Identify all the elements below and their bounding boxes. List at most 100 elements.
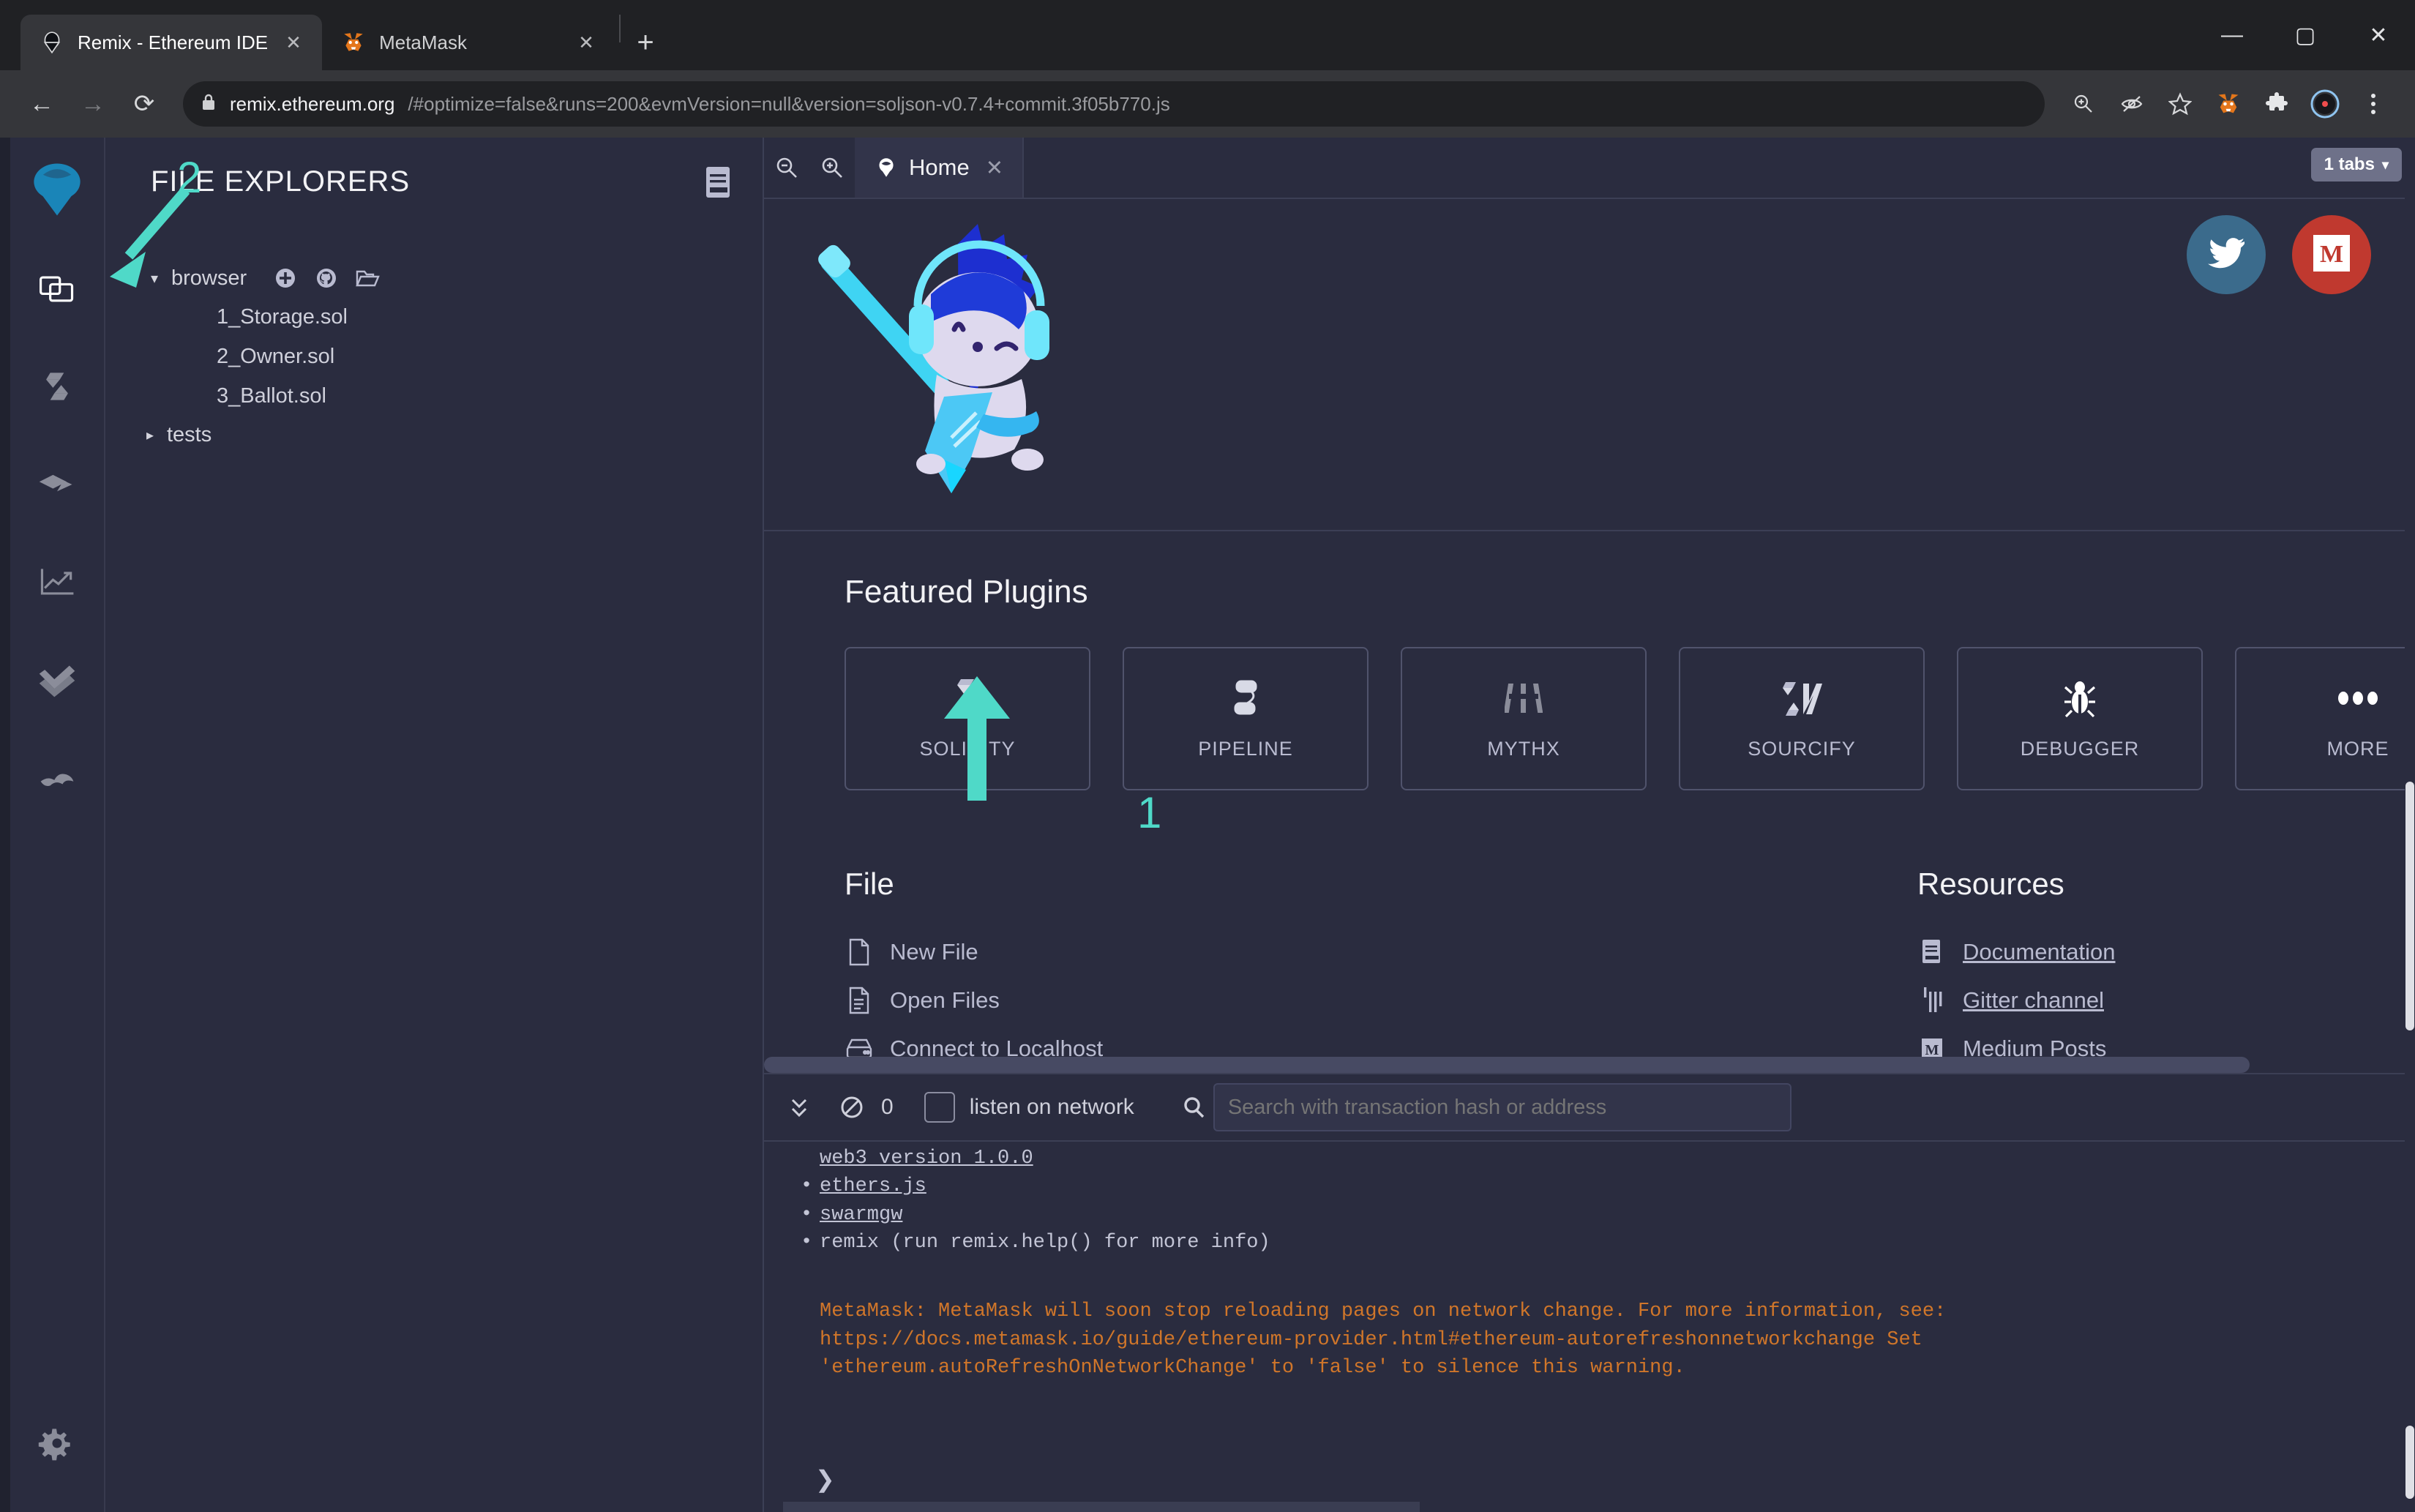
search-icon[interactable] xyxy=(1174,1096,1213,1119)
new-tab-button[interactable]: + xyxy=(625,22,666,63)
pending-transactions-count: 0 xyxy=(881,1095,894,1119)
home-action-new-file[interactable]: New File xyxy=(845,928,1917,976)
home-action-label: New File xyxy=(890,939,978,965)
plugin-label: PIPELINE xyxy=(1198,737,1293,760)
resource-label: Gitter channel xyxy=(1963,987,2104,1013)
plugin-card-solidity[interactable]: SOLIDITY xyxy=(845,647,1090,790)
plugin-label: DEBUGGER xyxy=(2020,737,2140,760)
file-explorer-actions xyxy=(273,266,380,291)
transaction-search-input[interactable] xyxy=(1213,1083,1791,1131)
zoom-out-icon[interactable] xyxy=(764,138,809,198)
maximize-button[interactable]: ▢ xyxy=(2269,0,2342,70)
no-entry-icon[interactable] xyxy=(825,1074,878,1141)
listen-on-network-checkbox[interactable] xyxy=(924,1092,955,1123)
page-title: FILE EXPLORERS xyxy=(151,165,411,198)
remix-main-area: Home ✕ 1 tabs ▾ M Featured Plugins SOLID… xyxy=(764,138,2415,1512)
tree-folder-tests[interactable]: ▸ tests xyxy=(105,416,763,454)
twitter-link[interactable] xyxy=(2187,215,2266,294)
chrome-menu-icon[interactable] xyxy=(2351,81,2396,127)
social-links: M xyxy=(2187,215,2371,294)
page-vertical-scrollbar[interactable] xyxy=(2405,138,2415,1512)
plugin-card-sourcify[interactable]: SOURCIFY xyxy=(1679,647,1925,790)
github-icon[interactable] xyxy=(314,266,339,291)
sidebar-item-deploy-and-run[interactable] xyxy=(26,454,88,515)
ellipsis-icon xyxy=(2337,678,2378,719)
home-action-open-files[interactable]: Open Files xyxy=(845,976,1917,1025)
plugin-label: MYTHX xyxy=(1487,737,1560,760)
url-path: /#optimize=false&runs=200&evmVersion=nul… xyxy=(408,92,1170,115)
plugin-card-pipeline[interactable]: PIPELINE xyxy=(1123,647,1368,790)
sidebar-item-solidity-compiler[interactable] xyxy=(26,356,88,417)
browser-titlebar: Remix - Ethereum IDE ✕ MetaMask ✕ + — ▢ … xyxy=(0,0,2415,70)
metamask-extension-icon[interactable] xyxy=(2206,81,2251,127)
plugin-card-mythx[interactable]: MYTHX xyxy=(1401,647,1647,790)
scrollbar-thumb-lower[interactable] xyxy=(2405,1426,2414,1499)
sourcify-icon xyxy=(1780,678,1824,719)
terminal-log-link[interactable]: ethers.js xyxy=(820,1175,926,1197)
gitter-icon xyxy=(1917,985,1947,1016)
puzzle-extensions-icon[interactable] xyxy=(2254,81,2299,127)
minimize-button[interactable]: — xyxy=(2195,0,2269,70)
tree-file-item[interactable]: 3_Ballot.sol xyxy=(105,376,763,416)
chevron-right-icon[interactable]: ▸ xyxy=(146,426,165,444)
solidity-icon xyxy=(951,678,984,719)
close-icon[interactable]: ✕ xyxy=(986,155,1003,181)
editor-tab-bar: Home ✕ 1 tabs ▾ xyxy=(764,138,2415,199)
close-icon[interactable]: ✕ xyxy=(281,31,306,54)
file-tree: ▾ browser 1_Storage.sol 2_Owner.sol 3_Ba… xyxy=(105,259,763,454)
file-section: File New File Open Files Connect to Loca… xyxy=(845,867,1917,1073)
zoom-in-icon[interactable] xyxy=(809,138,855,198)
terminal-log-text: remix (run remix.help() for more info) xyxy=(820,1231,1270,1254)
close-icon[interactable]: ✕ xyxy=(574,31,599,54)
scrollbar-thumb[interactable] xyxy=(2405,782,2414,1030)
sidebar-item-file-explorers[interactable] xyxy=(26,258,88,319)
tree-file-item[interactable]: 1_Storage.sol xyxy=(105,297,763,337)
sidebar-item-settings[interactable] xyxy=(26,1412,88,1474)
scrollbar-thumb[interactable] xyxy=(764,1057,2250,1073)
tab-home[interactable]: Home ✕ xyxy=(855,138,1025,198)
browser-toolbar: ← → ⟳ remix.ethereum.org /#optimize=false… xyxy=(0,70,2415,138)
open-folder-icon[interactable] xyxy=(355,266,380,291)
reload-icon[interactable]: ⟳ xyxy=(121,81,167,127)
tree-folder-browser[interactable]: ▾ browser xyxy=(105,259,763,297)
home-horizontal-scrollbar[interactable] xyxy=(764,1057,2405,1073)
eye-slash-icon[interactable] xyxy=(2109,81,2154,127)
browser-tab-remix[interactable]: Remix - Ethereum IDE ✕ xyxy=(20,15,323,70)
medium-m-icon: M xyxy=(2312,233,2351,277)
resources-section: Resources Documentation Gitter channel M… xyxy=(1917,867,2342,1073)
plugin-card-more[interactable]: MORE xyxy=(2235,647,2415,790)
terminal-log-link[interactable]: swarmgw xyxy=(820,1204,902,1226)
mythx-icon xyxy=(1505,678,1543,719)
tree-file-item[interactable]: 2_Owner.sol xyxy=(105,337,763,376)
plugin-label: SOLIDITY xyxy=(919,737,1016,760)
sidebar-item-plugin-manager[interactable] xyxy=(26,748,88,809)
remix-ide: FILE EXPLORERS ▾ browser 1_Storage.sol 2… xyxy=(0,138,2415,1512)
profile-avatar-icon[interactable] xyxy=(2302,81,2348,127)
resource-link-gitter[interactable]: Gitter channel xyxy=(1917,976,2342,1025)
tabs-count-label: 1 tabs xyxy=(2324,154,2375,174)
sidebar-item-analysis[interactable] xyxy=(26,552,88,613)
medium-link[interactable]: M xyxy=(2292,215,2371,294)
folder-label: tests xyxy=(167,422,212,446)
plugin-label: SOURCIFY xyxy=(1748,737,1856,760)
back-icon[interactable]: ← xyxy=(19,81,64,127)
sidebar-item-testing[interactable] xyxy=(26,650,88,711)
chevron-double-down-icon[interactable] xyxy=(773,1074,825,1141)
terminal-log-item: swarmgw xyxy=(801,1201,2415,1230)
forward-icon[interactable]: → xyxy=(70,81,116,127)
resource-link-documentation[interactable]: Documentation xyxy=(1917,928,2342,976)
add-file-icon[interactable] xyxy=(273,266,298,291)
plugin-card-debugger[interactable]: DEBUGGER xyxy=(1957,647,2203,790)
chevron-down-icon[interactable]: ▾ xyxy=(151,269,170,288)
book-icon xyxy=(1917,937,1947,968)
star-icon[interactable] xyxy=(2157,81,2203,127)
browser-tab-metamask[interactable]: MetaMask ✕ xyxy=(322,15,615,70)
address-bar[interactable]: remix.ethereum.org /#optimize=false&runs=… xyxy=(183,81,2045,127)
documentation-book-icon[interactable] xyxy=(704,165,733,199)
zoom-in-icon[interactable] xyxy=(2061,81,2106,127)
close-window-button[interactable]: ✕ xyxy=(2342,0,2415,70)
twitter-bird-icon xyxy=(2205,232,2247,278)
tabs-count-badge[interactable]: 1 tabs ▾ xyxy=(2310,148,2402,181)
home-columns: File New File Open Files Connect to Loca… xyxy=(845,867,2415,1073)
remix-logo-icon[interactable] xyxy=(22,154,92,224)
